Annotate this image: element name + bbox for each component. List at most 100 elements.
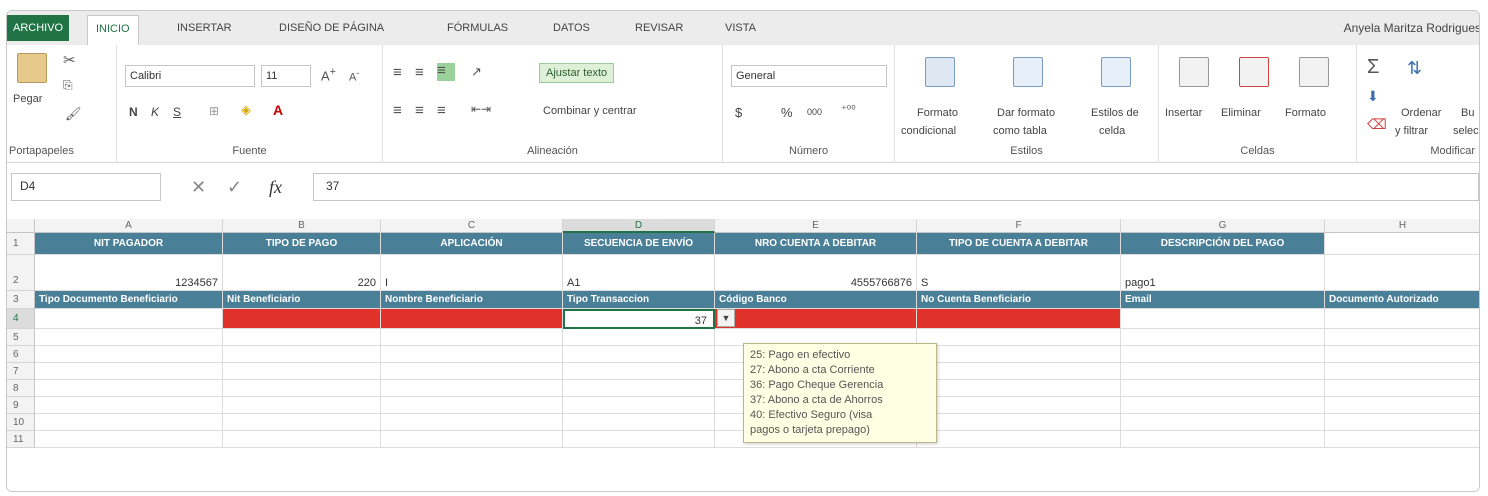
cell-h6[interactable] (1325, 346, 1479, 363)
row-header-7[interactable]: 7 (7, 363, 35, 380)
underline-button[interactable]: S (173, 105, 181, 119)
cell-d6[interactable] (563, 346, 715, 363)
column-header-d[interactable]: D (563, 219, 715, 233)
dropdown-arrow-icon[interactable]: ▼ (717, 309, 735, 327)
cell-a4[interactable] (35, 309, 223, 329)
cell-e2[interactable]: 4555766876 (715, 255, 917, 291)
find-select-label-1[interactable]: Bu (1461, 107, 1474, 119)
cond-format-label-2[interactable]: condicional (901, 125, 956, 137)
delete-cells-icon[interactable] (1239, 57, 1269, 87)
cell-a2[interactable]: 1234567 (35, 255, 223, 291)
cell-b1[interactable]: TIPO DE PAGO (223, 233, 381, 255)
tab-view[interactable]: VISTA (717, 15, 764, 41)
insert-function-icon[interactable]: fx (269, 173, 282, 201)
cell-g10[interactable] (1121, 414, 1325, 431)
select-all-corner[interactable] (7, 219, 35, 233)
cell-g3[interactable]: Email (1121, 291, 1325, 309)
cell-d8[interactable] (563, 380, 715, 397)
cell-a7[interactable] (35, 363, 223, 380)
row-header-4[interactable]: 4 (7, 309, 35, 329)
cell-c2[interactable]: I (381, 255, 563, 291)
cell-b7[interactable] (223, 363, 381, 380)
cell-h10[interactable] (1325, 414, 1479, 431)
row-header-2[interactable]: 2 (7, 255, 35, 291)
enter-icon[interactable]: ✓ (227, 173, 242, 201)
cell-h1[interactable] (1325, 233, 1479, 255)
cell-f6[interactable] (917, 346, 1121, 363)
tab-review[interactable]: REVISAR (627, 15, 691, 41)
cell-d10[interactable] (563, 414, 715, 431)
cell-g11[interactable] (1121, 431, 1325, 448)
cell-h8[interactable] (1325, 380, 1479, 397)
row-header-8[interactable]: 8 (7, 380, 35, 397)
format-table-label-1[interactable]: Dar formato (997, 107, 1055, 119)
cell-b10[interactable] (223, 414, 381, 431)
cell-b6[interactable] (223, 346, 381, 363)
sort-filter-icon[interactable]: ⇅ (1407, 59, 1422, 77)
column-header-a[interactable]: A (35, 219, 223, 233)
cell-d9[interactable] (563, 397, 715, 414)
dropdown-option[interactable]: 40: Efectivo Seguro (visa (750, 408, 930, 423)
cell-h9[interactable] (1325, 397, 1479, 414)
column-header-f[interactable]: F (917, 219, 1121, 233)
align-right-icon[interactable]: ≡ (437, 103, 446, 118)
tab-insert[interactable]: INSERTAR (169, 15, 240, 41)
name-box[interactable]: D4 (11, 173, 161, 201)
tab-file[interactable]: ARCHIVO (7, 15, 70, 41)
align-middle-icon[interactable]: ≡ (415, 65, 424, 80)
wrap-text-button[interactable]: Ajustar texto (539, 63, 615, 83)
tab-formulas[interactable]: FÓRMULAS (439, 15, 516, 41)
cancel-icon[interactable]: ✕ (191, 173, 206, 201)
dropdown-option[interactable]: 36: Pago Cheque Gerencia (750, 378, 930, 393)
cell-g9[interactable] (1121, 397, 1325, 414)
cell-b5[interactable] (223, 329, 381, 346)
cell-c7[interactable] (381, 363, 563, 380)
cell-h7[interactable] (1325, 363, 1479, 380)
shrink-font-icon[interactable]: A- (349, 68, 359, 84)
cell-f5[interactable] (917, 329, 1121, 346)
border-icon[interactable]: ⊞ (209, 105, 219, 117)
font-size-select[interactable]: 11 (261, 65, 311, 87)
cell-c9[interactable] (381, 397, 563, 414)
cell-f1[interactable]: TIPO DE CUENTA A DEBITAR (917, 233, 1121, 255)
column-header-e[interactable]: E (715, 219, 917, 233)
insert-cells-icon[interactable] (1179, 57, 1209, 87)
column-header-g[interactable]: G (1121, 219, 1325, 233)
copy-icon[interactable]: ⎘ (63, 79, 73, 91)
cell-g4[interactable] (1121, 309, 1325, 329)
cell-d4[interactable]: 37 (563, 309, 715, 329)
dropdown-option[interactable]: pagos o tarjeta prepago) (750, 423, 930, 438)
row-header-1[interactable]: 1 (7, 233, 35, 255)
fill-icon[interactable]: ⬇ (1367, 89, 1379, 103)
cell-d1[interactable]: SECUENCIA DE ENVÍO (563, 233, 715, 255)
cell-b9[interactable] (223, 397, 381, 414)
fill-color-icon[interactable]: ◈ (241, 103, 251, 116)
cell-f4[interactable] (917, 309, 1121, 329)
cell-c10[interactable] (381, 414, 563, 431)
font-color-icon[interactable]: A (273, 103, 283, 117)
user-name[interactable]: Anyela Maritza Rodrigues (1344, 21, 1479, 35)
cell-styles-icon[interactable] (1101, 57, 1131, 87)
dropdown-option[interactable]: 37: Abono a cta de Ahorros (750, 393, 930, 408)
cell-f9[interactable] (917, 397, 1121, 414)
autosum-icon[interactable]: Σ (1367, 57, 1379, 77)
grow-font-icon[interactable]: A+ (321, 67, 336, 83)
cell-d5[interactable] (563, 329, 715, 346)
clear-icon[interactable]: ⌫ (1367, 117, 1387, 131)
cell-styles-label-2[interactable]: celda (1099, 125, 1125, 137)
insert-cells-label[interactable]: Insertar (1165, 107, 1202, 119)
cut-icon[interactable]: ✂ (63, 53, 76, 68)
cell-a9[interactable] (35, 397, 223, 414)
column-header-b[interactable]: B (223, 219, 381, 233)
align-center-icon[interactable]: ≡ (415, 103, 424, 118)
cell-styles-label-1[interactable]: Estilos de (1091, 107, 1139, 119)
paste-label[interactable]: Pegar (13, 93, 42, 105)
cell-b2[interactable]: 220 (223, 255, 381, 291)
cond-format-label-1[interactable]: Formato (917, 107, 958, 119)
cell-e1[interactable]: NRO CUENTA A DEBITAR (715, 233, 917, 255)
cell-f11[interactable] (917, 431, 1121, 448)
cell-g7[interactable] (1121, 363, 1325, 380)
indent-icon[interactable]: ⇤⇥ (471, 103, 491, 115)
cell-g1[interactable]: DESCRIPCIÓN DEL PAGO (1121, 233, 1325, 255)
cell-b8[interactable] (223, 380, 381, 397)
